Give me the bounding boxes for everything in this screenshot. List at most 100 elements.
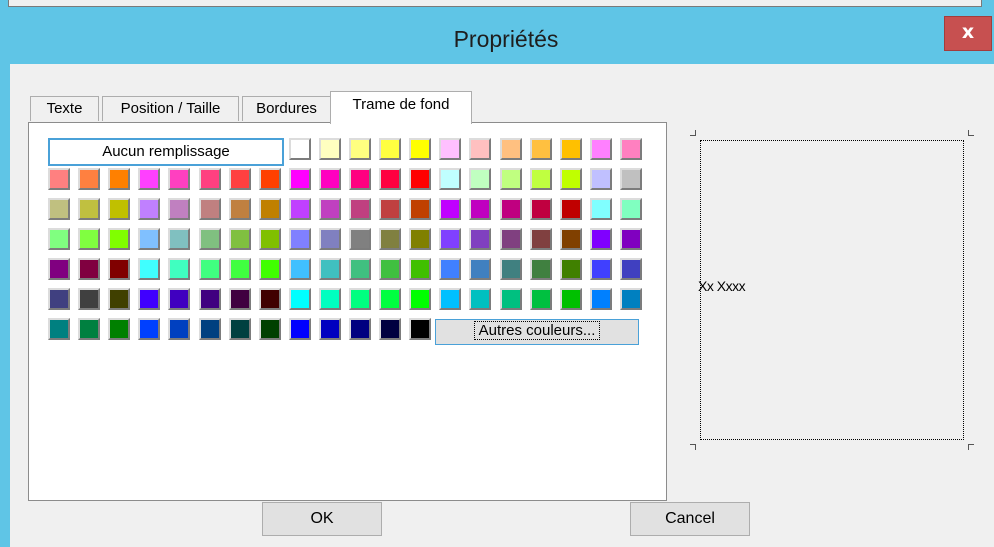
tab-position-taille[interactable]: Position / Taille xyxy=(102,96,239,121)
color-swatch[interactable] xyxy=(529,258,552,280)
color-swatch[interactable] xyxy=(469,258,492,280)
color-swatch[interactable] xyxy=(589,138,612,160)
color-swatch[interactable] xyxy=(499,258,522,280)
color-swatch[interactable] xyxy=(349,258,371,280)
color-swatch[interactable] xyxy=(619,168,642,190)
color-swatch[interactable] xyxy=(288,318,311,340)
color-swatch[interactable] xyxy=(589,288,612,310)
color-swatch[interactable] xyxy=(409,168,432,190)
color-swatch[interactable] xyxy=(379,258,402,280)
color-swatch[interactable] xyxy=(78,168,101,190)
color-swatch[interactable] xyxy=(138,318,161,340)
color-swatch[interactable] xyxy=(258,288,281,310)
color-swatch[interactable] xyxy=(439,138,462,160)
color-swatch[interactable] xyxy=(409,138,432,160)
color-swatch[interactable] xyxy=(529,138,552,160)
color-swatch[interactable] xyxy=(48,318,70,340)
color-swatch[interactable] xyxy=(78,288,101,310)
color-swatch[interactable] xyxy=(228,168,251,190)
color-swatch[interactable] xyxy=(138,288,161,310)
color-swatch[interactable] xyxy=(349,168,371,190)
cancel-button[interactable]: Cancel xyxy=(630,502,750,536)
color-swatch[interactable] xyxy=(228,258,251,280)
color-swatch[interactable] xyxy=(619,228,642,250)
color-swatch[interactable] xyxy=(409,318,432,340)
color-swatch[interactable] xyxy=(168,288,191,310)
color-swatch[interactable] xyxy=(349,198,371,220)
color-swatch[interactable] xyxy=(198,228,221,250)
color-swatch[interactable] xyxy=(288,168,311,190)
color-swatch[interactable] xyxy=(168,228,191,250)
color-swatch[interactable] xyxy=(469,138,492,160)
color-swatch[interactable] xyxy=(318,228,341,250)
color-swatch[interactable] xyxy=(619,138,642,160)
color-swatch[interactable] xyxy=(168,318,191,340)
close-button[interactable]: x xyxy=(944,16,992,51)
color-swatch[interactable] xyxy=(349,318,371,340)
color-swatch[interactable] xyxy=(108,318,131,340)
color-swatch[interactable] xyxy=(198,318,221,340)
color-swatch[interactable] xyxy=(379,138,402,160)
color-swatch[interactable] xyxy=(258,198,281,220)
color-swatch[interactable] xyxy=(318,198,341,220)
color-swatch[interactable] xyxy=(589,168,612,190)
color-swatch[interactable] xyxy=(439,288,462,310)
color-swatch[interactable] xyxy=(619,288,642,310)
color-swatch[interactable] xyxy=(559,198,582,220)
color-swatch[interactable] xyxy=(198,288,221,310)
color-swatch[interactable] xyxy=(379,318,402,340)
color-swatch[interactable] xyxy=(559,138,582,160)
color-swatch[interactable] xyxy=(138,168,161,190)
color-swatch[interactable] xyxy=(228,198,251,220)
color-swatch[interactable] xyxy=(469,168,492,190)
color-swatch[interactable] xyxy=(318,288,341,310)
color-swatch[interactable] xyxy=(138,198,161,220)
color-swatch[interactable] xyxy=(78,198,101,220)
color-swatch[interactable] xyxy=(529,228,552,250)
color-swatch[interactable] xyxy=(589,198,612,220)
tab-texte[interactable]: Texte xyxy=(30,96,99,121)
color-swatch[interactable] xyxy=(78,228,101,250)
color-swatch[interactable] xyxy=(439,228,462,250)
ok-button[interactable]: OK xyxy=(262,502,382,536)
color-swatch[interactable] xyxy=(379,198,402,220)
color-swatch[interactable] xyxy=(469,288,492,310)
color-swatch[interactable] xyxy=(108,288,131,310)
color-swatch[interactable] xyxy=(48,168,70,190)
color-swatch[interactable] xyxy=(108,198,131,220)
color-swatch[interactable] xyxy=(439,198,462,220)
color-swatch[interactable] xyxy=(619,258,642,280)
color-swatch[interactable] xyxy=(108,168,131,190)
color-swatch[interactable] xyxy=(258,258,281,280)
color-swatch[interactable] xyxy=(288,198,311,220)
color-swatch[interactable] xyxy=(198,168,221,190)
color-swatch[interactable] xyxy=(439,258,462,280)
color-swatch[interactable] xyxy=(589,228,612,250)
color-swatch[interactable] xyxy=(168,198,191,220)
no-fill-button[interactable]: Aucun remplissage xyxy=(48,138,284,166)
more-colors-button[interactable]: Autres couleurs... xyxy=(435,319,639,345)
color-swatch[interactable] xyxy=(499,288,522,310)
color-swatch[interactable] xyxy=(168,258,191,280)
color-swatch[interactable] xyxy=(138,228,161,250)
color-swatch[interactable] xyxy=(228,228,251,250)
color-swatch[interactable] xyxy=(559,288,582,310)
color-swatch[interactable] xyxy=(589,258,612,280)
color-swatch[interactable] xyxy=(499,198,522,220)
color-swatch[interactable] xyxy=(258,318,281,340)
color-swatch[interactable] xyxy=(318,138,341,160)
color-swatch[interactable] xyxy=(48,288,70,310)
color-swatch[interactable] xyxy=(499,138,522,160)
color-swatch[interactable] xyxy=(318,318,341,340)
color-swatch[interactable] xyxy=(529,288,552,310)
color-swatch[interactable] xyxy=(529,198,552,220)
color-swatch[interactable] xyxy=(499,228,522,250)
color-swatch[interactable] xyxy=(168,168,191,190)
color-swatch[interactable] xyxy=(559,258,582,280)
color-swatch[interactable] xyxy=(499,168,522,190)
color-swatch[interactable] xyxy=(78,318,101,340)
color-swatch[interactable] xyxy=(48,198,70,220)
color-swatch[interactable] xyxy=(288,288,311,310)
color-swatch[interactable] xyxy=(258,228,281,250)
color-swatch[interactable] xyxy=(48,258,70,280)
